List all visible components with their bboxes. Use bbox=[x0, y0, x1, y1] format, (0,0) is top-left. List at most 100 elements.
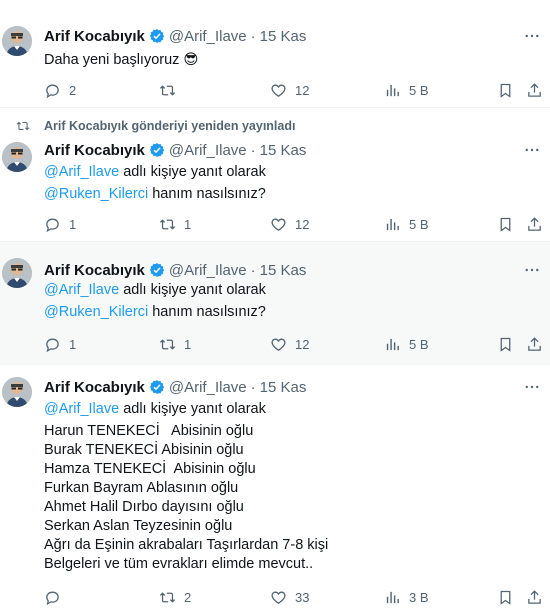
views-button[interactable]: 5 B bbox=[384, 334, 429, 354]
verified-badge-icon bbox=[149, 379, 165, 395]
author-handle[interactable]: @Arif_Ilave bbox=[169, 142, 247, 159]
share-icon bbox=[526, 589, 543, 606]
author-name[interactable]: Arif Kocabıyık bbox=[44, 262, 145, 279]
share-button[interactable] bbox=[526, 80, 543, 100]
reply-count: 2 bbox=[69, 82, 77, 98]
tweet-date[interactable]: 15 Kas bbox=[260, 142, 307, 159]
avatar[interactable] bbox=[2, 258, 32, 288]
reply-icon bbox=[44, 216, 61, 233]
reply-button[interactable] bbox=[44, 587, 69, 607]
like-count: 12 bbox=[295, 82, 310, 98]
tweet-text-body: hanım nasılsınız? bbox=[148, 304, 266, 320]
separator-dot: · bbox=[250, 141, 256, 159]
tweet-1[interactable]: Arif Kocabıyık @Arif_Ilave · 15 Kas Daha… bbox=[0, 0, 550, 108]
author-name[interactable]: Arif Kocabıyık bbox=[44, 379, 145, 396]
views-count: 5 B bbox=[409, 216, 429, 232]
views-icon bbox=[384, 216, 401, 233]
more-icon bbox=[523, 141, 541, 159]
author-handle[interactable]: @Arif_Ilave bbox=[169, 28, 247, 45]
views-button[interactable]: 3 B bbox=[384, 587, 429, 607]
reply-mention-link[interactable]: @Arif_Ilave bbox=[44, 282, 119, 298]
views-button[interactable]: 5 B bbox=[384, 80, 429, 100]
tweet-2[interactable]: Arif Kocabıyık gönderiyi yeniden yayınla… bbox=[0, 108, 550, 242]
bookmark-button[interactable] bbox=[497, 80, 514, 100]
tweet-text: Daha yeni başlıyoruz 😎 bbox=[44, 52, 199, 68]
avatar[interactable] bbox=[2, 26, 32, 56]
separator-dot: · bbox=[250, 261, 256, 279]
reply-context-text: adlı kişiye yanıt olarak bbox=[119, 282, 266, 298]
reply-context: @Arif_Ilave adlı kişiye yanıt olarak bbox=[44, 399, 266, 419]
more-options-button[interactable] bbox=[522, 142, 542, 158]
retweet-count: 1 bbox=[184, 216, 192, 232]
tweet-3[interactable]: Arif Kocabıyık @Arif_Ilave · 15 Kas @Ari… bbox=[0, 242, 550, 365]
retweet-button[interactable]: 1 bbox=[159, 334, 191, 354]
author-name[interactable]: Arif Kocabıyık bbox=[44, 28, 145, 45]
tweet-text-body: hanım nasılsınız? bbox=[148, 186, 266, 202]
reply-context: @Arif_Ilave adlı kişiye yanıt olarak bbox=[44, 162, 266, 182]
retweet-icon bbox=[16, 119, 30, 133]
action-bar: 1 1 12 5 B bbox=[44, 334, 544, 354]
author-handle[interactable]: @Arif_Ilave bbox=[169, 379, 247, 396]
retweet-button[interactable]: 2 bbox=[159, 587, 191, 607]
author-name[interactable]: Arif Kocabıyık bbox=[44, 142, 145, 159]
avatar[interactable] bbox=[2, 142, 32, 172]
action-bar: 1 1 12 5 B bbox=[44, 214, 544, 234]
reply-button[interactable]: 1 bbox=[44, 214, 76, 234]
reply-icon bbox=[44, 336, 61, 353]
separator-dot: · bbox=[250, 27, 256, 45]
reply-mention-link[interactable]: @Arif_Ilave bbox=[44, 401, 119, 417]
like-count: 12 bbox=[295, 336, 310, 352]
retweet-count: 2 bbox=[184, 589, 192, 605]
share-icon bbox=[526, 82, 543, 99]
retweet-icon bbox=[159, 216, 176, 233]
like-icon bbox=[270, 82, 287, 99]
bookmark-button[interactable] bbox=[497, 334, 514, 354]
more-options-button[interactable] bbox=[522, 28, 542, 44]
bookmark-button[interactable] bbox=[497, 587, 514, 607]
author-handle[interactable]: @Arif_Ilave bbox=[169, 262, 247, 279]
bookmark-icon bbox=[497, 589, 514, 606]
views-button[interactable]: 5 B bbox=[384, 214, 429, 234]
more-icon bbox=[523, 27, 541, 45]
tweet-text-line: Burak TENEKECİ Abisinin oğlu bbox=[44, 442, 244, 458]
action-bar: 2 12 5 B bbox=[44, 80, 544, 100]
tweet-4[interactable]: Arif Kocabıyık @Arif_Ilave · 15 Kas @Ari… bbox=[0, 365, 550, 608]
bookmark-button[interactable] bbox=[497, 214, 514, 234]
views-count: 5 B bbox=[409, 336, 429, 352]
mention-link[interactable]: @Ruken_Kilerci bbox=[44, 186, 148, 202]
share-button[interactable] bbox=[526, 214, 543, 234]
like-button[interactable]: 12 bbox=[270, 334, 309, 354]
share-button[interactable] bbox=[526, 587, 543, 607]
tweet-text-line: Hamza TENEKECİ Abisinin oğlu bbox=[44, 461, 256, 477]
retweet-icon bbox=[159, 589, 176, 606]
more-icon bbox=[523, 261, 541, 279]
reply-mention-link[interactable]: @Arif_Ilave bbox=[44, 164, 119, 180]
tweet-text-line: Ahmet Halil Dırbo dayısını oğlu bbox=[44, 499, 244, 515]
share-button[interactable] bbox=[526, 334, 543, 354]
reply-button[interactable]: 1 bbox=[44, 334, 76, 354]
verified-badge-icon bbox=[149, 142, 165, 158]
tweet-date[interactable]: 15 Kas bbox=[260, 262, 307, 279]
retweet-button[interactable]: 1 bbox=[159, 214, 191, 234]
retweet-count: 1 bbox=[184, 336, 192, 352]
tweet-date[interactable]: 15 Kas bbox=[260, 379, 307, 396]
retweet-banner-text[interactable]: Arif Kocabıyık gönderiyi yeniden yayınla… bbox=[44, 119, 295, 133]
like-icon bbox=[270, 216, 287, 233]
like-button[interactable]: 12 bbox=[270, 80, 309, 100]
tweet-date[interactable]: 15 Kas bbox=[260, 28, 307, 45]
like-button[interactable]: 12 bbox=[270, 214, 309, 234]
retweet-button[interactable] bbox=[159, 80, 184, 100]
retweet-icon bbox=[159, 336, 176, 353]
like-button[interactable]: 33 bbox=[270, 587, 309, 607]
reply-button[interactable]: 2 bbox=[44, 80, 76, 100]
mention-link[interactable]: @Ruken_Kilerci bbox=[44, 304, 148, 320]
reply-icon bbox=[44, 589, 61, 606]
more-options-button[interactable] bbox=[522, 379, 542, 395]
like-icon bbox=[270, 589, 287, 606]
views-icon bbox=[384, 589, 401, 606]
tweet-text: @Ruken_Kilerci hanım nasılsınız? bbox=[44, 184, 266, 204]
more-options-button[interactable] bbox=[522, 262, 542, 278]
action-bar: 2 33 3 B bbox=[44, 587, 544, 607]
avatar[interactable] bbox=[2, 377, 32, 407]
tweet-text-line: Harun TENEKECİ Abisinin oğlu bbox=[44, 423, 254, 439]
